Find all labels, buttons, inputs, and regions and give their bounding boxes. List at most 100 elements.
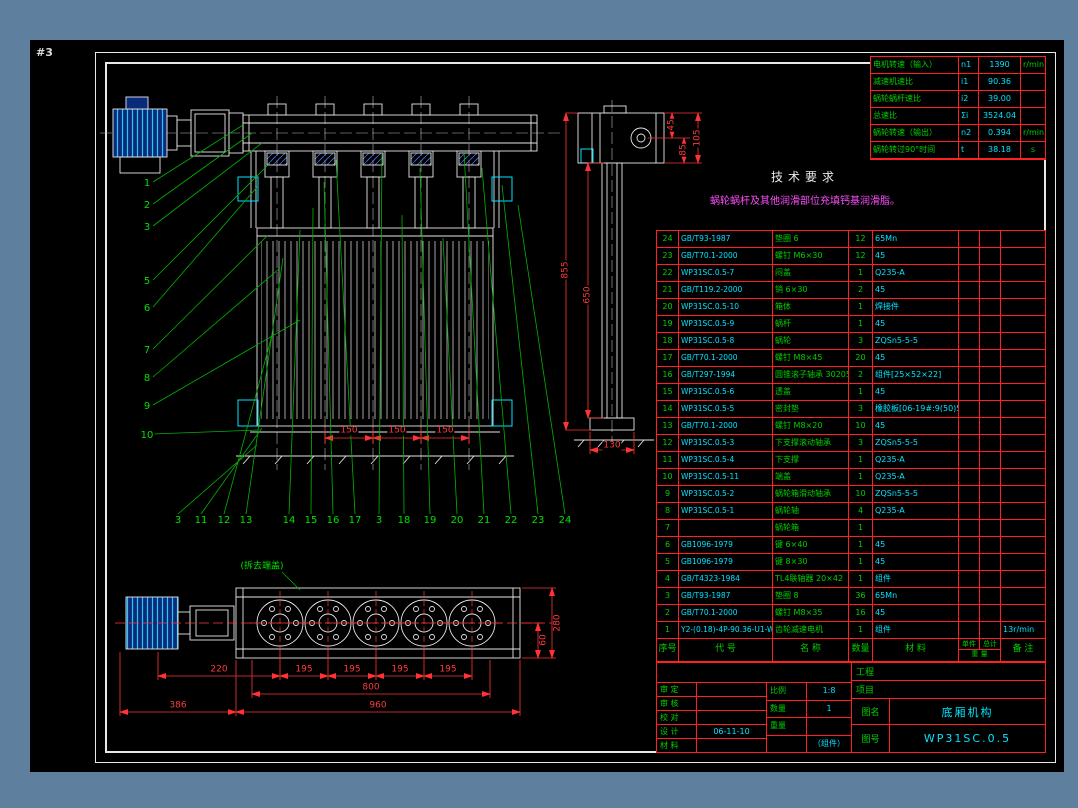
callout-number: 21 bbox=[477, 516, 492, 526]
bom-cell-total-weight bbox=[980, 520, 1001, 536]
bom-cell-no: 5 bbox=[657, 554, 679, 570]
bom-header-no: 序号 bbox=[657, 639, 679, 661]
bom-cell-name: 端盖 bbox=[773, 469, 849, 485]
signature-label: 审 定 bbox=[657, 683, 697, 696]
callout-number: 8 bbox=[143, 374, 151, 384]
bom-cell-qty: 1 bbox=[849, 554, 873, 570]
drawing-name-label: 图名 bbox=[852, 699, 890, 724]
bom-cell-unit-weight bbox=[959, 316, 980, 332]
bom-cell-total-weight bbox=[980, 571, 1001, 587]
bom-cell-name: 蜗轮箱 bbox=[773, 520, 849, 536]
attribute-value: （组件） bbox=[807, 736, 851, 753]
bom-cell-unit-weight bbox=[959, 384, 980, 400]
bom-cell-unit-weight bbox=[959, 248, 980, 264]
bom-cell-material: 45 bbox=[873, 282, 959, 298]
title-block-signatures: 审 定 审 核 校 对 设 计 06-11-10 材 料 bbox=[657, 682, 767, 752]
bom-cell-qty: 3 bbox=[849, 333, 873, 349]
bom-row: 19 WP31SC.0.5-9 蜗杆 1 45 bbox=[657, 316, 1045, 333]
bom-cell-name: 下支撑 bbox=[773, 452, 849, 468]
bom-cell-qty: 16 bbox=[849, 605, 873, 621]
parameter-unit bbox=[1021, 91, 1045, 107]
bom-cell-material: 45 bbox=[873, 350, 959, 366]
callout-number: 9 bbox=[143, 402, 151, 412]
callout-number: 17 bbox=[348, 516, 363, 526]
plan-view-note: (拆去端盖) bbox=[239, 563, 284, 572]
attribute-value: 1:8 bbox=[807, 683, 851, 700]
attribute-value: 1 bbox=[807, 701, 851, 718]
callout-number: 3 bbox=[375, 516, 383, 526]
dimension-label: 45 bbox=[668, 118, 677, 131]
bom-cell-no: 24 bbox=[657, 231, 679, 247]
bom-cell-note bbox=[1001, 418, 1045, 434]
title-block-signature-row: 设 计 06-11-10 bbox=[657, 725, 766, 739]
bom-cell-name: 闷盖 bbox=[773, 265, 849, 281]
bom-cell-total-weight bbox=[980, 367, 1001, 383]
parameter-unit bbox=[1021, 74, 1045, 90]
bom-cell-qty: 20 bbox=[849, 350, 873, 366]
bom-cell-code: WP31SC.0.5-6 bbox=[679, 384, 773, 400]
callout-number: 16 bbox=[326, 516, 341, 526]
parameter-symbol: t bbox=[959, 142, 979, 158]
bom-row: 22 WP31SC.0.5-7 闷盖 1 Q235-A bbox=[657, 265, 1045, 282]
bom-cell-note bbox=[1001, 333, 1045, 349]
bom-cell-note bbox=[1001, 452, 1045, 468]
bom-cell-qty: 1 bbox=[849, 520, 873, 536]
parameter-value: 1390 bbox=[979, 57, 1021, 73]
bom-header-row: 序号 代 号 名 称 数量 材 料 单件 总计 重 量 备 注 bbox=[657, 639, 1045, 661]
bom-header-unit-weight: 单件 bbox=[959, 639, 980, 649]
bom-cell-material: 45 bbox=[873, 248, 959, 264]
bom-cell-code: WP31SC.0.5-4 bbox=[679, 452, 773, 468]
bom-cell-qty: 12 bbox=[849, 248, 873, 264]
bom-cell-no: 19 bbox=[657, 316, 679, 332]
bom-row: 24 GB/T93-1987 垫圈 6 12 65Mn bbox=[657, 231, 1045, 248]
bom-cell-name: 蜗杆 bbox=[773, 316, 849, 332]
bom-cell-name: 透盖 bbox=[773, 384, 849, 400]
bom-cell-total-weight bbox=[980, 622, 1001, 638]
bom-row: 5 GB1096-1979 键 8×30 1 45 bbox=[657, 554, 1045, 571]
drawing-number-value: WP31SC.0.5 bbox=[890, 725, 1045, 752]
bom-cell-material: 65Mn bbox=[873, 588, 959, 604]
bom-cell-material: Q235-A bbox=[873, 469, 959, 485]
callout-number: 3 bbox=[174, 516, 182, 526]
bom-cell-no: 3 bbox=[657, 588, 679, 604]
parameter-symbol: Σi bbox=[959, 108, 979, 124]
bom-cell-qty: 4 bbox=[849, 503, 873, 519]
dimension-label: 130 bbox=[602, 442, 621, 451]
attribute-value bbox=[807, 718, 851, 735]
bom-cell-code: GB/T93-1987 bbox=[679, 231, 773, 247]
bom-cell-code: WP31SC.0.5-1 bbox=[679, 503, 773, 519]
bom-cell-code: WP31SC.0.5-3 bbox=[679, 435, 773, 451]
parameter-row: 蜗轮转过90°时间 t 38.18 s bbox=[871, 142, 1045, 159]
title-block-attribute-row: 比例 1:8 bbox=[767, 683, 851, 701]
parameter-row: 电机转速（输入） n1 1390 r/min bbox=[871, 57, 1045, 74]
bom-row: 1 Y2-(0.18)-4P-90.36-U1-W 齿轮减速电机 1 组件 13… bbox=[657, 622, 1045, 639]
bom-cell-total-weight bbox=[980, 605, 1001, 621]
bom-cell-total-weight bbox=[980, 418, 1001, 434]
bom-row: 4 GB/T4323-1984 TL4联轴器 20×42 1 组件 bbox=[657, 571, 1045, 588]
bom-header-note: 备 注 bbox=[1001, 639, 1045, 661]
bom-cell-material: 焊接件 bbox=[873, 299, 959, 315]
title-block-attribute-row: 重量 bbox=[767, 718, 851, 736]
bom-header-weight-label: 重 量 bbox=[959, 650, 1000, 660]
bom-cell-unit-weight bbox=[959, 401, 980, 417]
bom-table: 24 GB/T93-1987 垫圈 6 12 65Mn 23 GB/T70.1-… bbox=[656, 230, 1046, 662]
bom-cell-note bbox=[1001, 231, 1045, 247]
tech-requirements-content: 蜗轮蜗杆及其他润滑部位充填钙基润滑脂。 bbox=[640, 192, 970, 207]
bom-cell-unit-weight bbox=[959, 418, 980, 434]
bom-cell-total-weight bbox=[980, 588, 1001, 604]
bom-row: 18 WP31SC.0.5-8 蜗轮 3 ZQSn5-5-5 bbox=[657, 333, 1045, 350]
title-block-attribute-row: （组件） bbox=[767, 736, 851, 754]
bom-cell-note bbox=[1001, 350, 1045, 366]
bom-cell-qty: 3 bbox=[849, 435, 873, 451]
bom-cell-unit-weight bbox=[959, 588, 980, 604]
dimension-label: 150 bbox=[387, 427, 406, 436]
parameter-symbol: n1 bbox=[959, 57, 979, 73]
bom-header-total-weight: 总计 bbox=[980, 639, 1000, 649]
parameter-row: 蜗轮转速（输出） n2 0.394 r/min bbox=[871, 125, 1045, 142]
parameter-symbol: i1 bbox=[959, 74, 979, 90]
bom-row: 3 GB/T93-1987 垫圈 8 36 65Mn bbox=[657, 588, 1045, 605]
bom-cell-total-weight bbox=[980, 265, 1001, 281]
bom-cell-note bbox=[1001, 248, 1045, 264]
bom-cell-no: 6 bbox=[657, 537, 679, 553]
title-block-signature-row: 校 对 bbox=[657, 711, 766, 725]
